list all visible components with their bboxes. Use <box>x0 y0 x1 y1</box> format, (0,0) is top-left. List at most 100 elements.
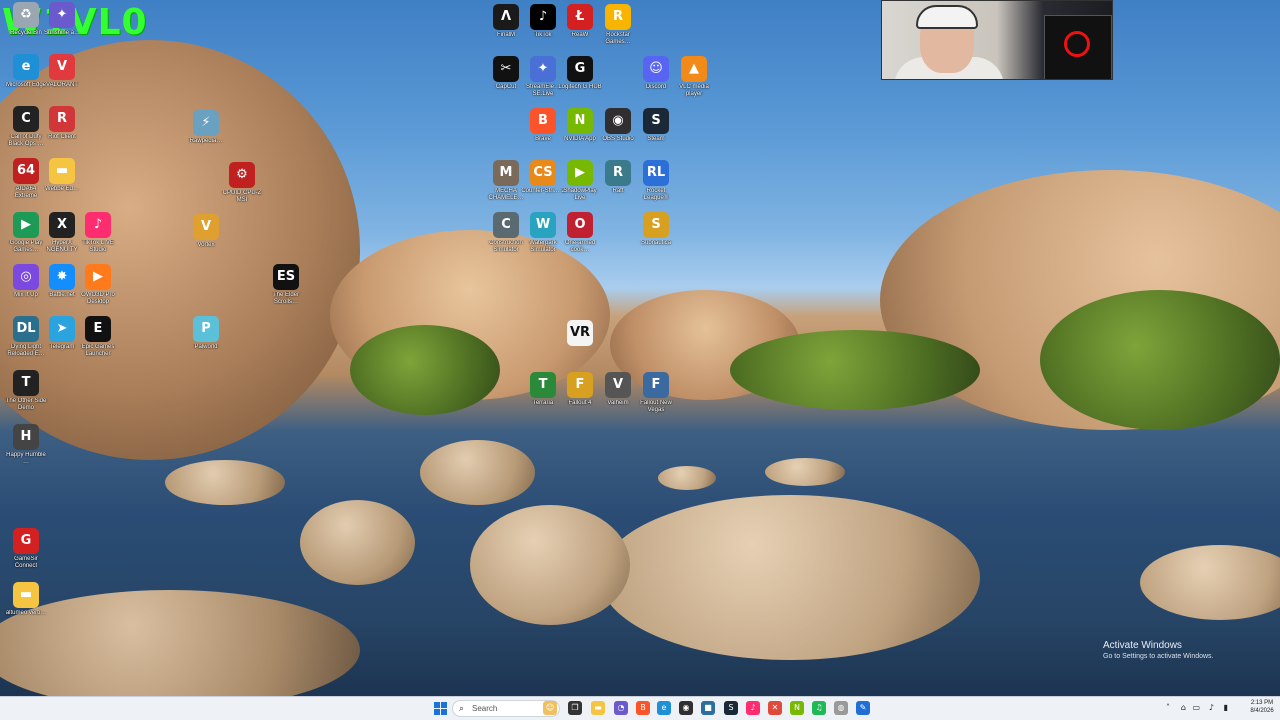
shadowplay-icon: ▶ <box>567 160 593 186</box>
fallout4-icon: F <box>567 372 593 398</box>
desktop-shortcut-label: Fallout New Vegas <box>640 400 672 413</box>
desktop-shortcut[interactable]: H Happy Humble … <box>4 424 48 466</box>
desktop-shortcut[interactable]: O One-armed cook… <box>558 212 602 254</box>
desktop-shortcut-label: Steam <box>647 136 665 142</box>
desktop-shortcut[interactable]: V VALORANT <box>40 54 84 96</box>
desktop-shortcut[interactable]: E Epic Games Launcher <box>76 316 120 358</box>
desktop-shortcut-label: Rocket League® <box>643 188 669 201</box>
taskbar-nvidia-icon[interactable]: N <box>790 701 804 715</box>
network-icon[interactable]: ⌂ <box>1181 703 1186 712</box>
riot-client-icon: R <box>49 106 75 132</box>
desktop-shortcut[interactable]: R Rockstar Games… <box>596 4 640 46</box>
search-icon: ⌕ <box>459 703 465 713</box>
vlc-icon: ▲ <box>681 56 707 82</box>
chameleon-icon: M <box>493 160 519 186</box>
desktop-shortcut[interactable]: RL Rocket League® <box>634 160 678 202</box>
aida64-icon: 64 <box>13 158 39 184</box>
desktop-shortcut[interactable]: G GameSir Connect <box>4 528 48 570</box>
taskbar-spotify-icon[interactable]: ♫ <box>812 701 826 715</box>
taskbar-icon-8[interactable]: ■ <box>701 701 715 715</box>
desktop-shortcut[interactable]: VR <box>558 320 602 362</box>
valheim-icon: V <box>605 372 631 398</box>
rock-stone-4 <box>1140 545 1280 620</box>
taskbar-tiktok-icon[interactable]: ♪ <box>746 701 760 715</box>
desktop-shortcut-label: Rockstar Games… <box>605 32 631 45</box>
desktop-shortcut[interactable]: F Fallout New Vegas <box>634 372 678 414</box>
desktop-shortcut[interactable]: ⚙ CPUID CPU-Z MSI <box>220 162 264 204</box>
vr-icon: VR <box>567 320 593 346</box>
desktop-shortcut[interactable]: ES The Elder Scrolls… <box>264 264 308 306</box>
rock-stone-2 <box>420 440 535 505</box>
desktop-shortcut-label: Happy Humble … <box>6 452 46 465</box>
rock-stone-3 <box>165 460 285 505</box>
streamelements-icon: ✦ <box>530 56 556 82</box>
rock-stone-6 <box>658 466 716 490</box>
rockstar-icon: R <box>605 4 631 30</box>
google-play-icon: ▶ <box>13 212 39 238</box>
desktop-shortcut[interactable]: ⚡ Rawpedia… <box>184 110 228 152</box>
subnautica-icon: S <box>643 212 669 238</box>
chevron-up-icon[interactable]: ˄ <box>1166 703 1170 712</box>
brave-icon: B <box>530 108 556 134</box>
desktop-shortcut[interactable]: R Riot Client <box>40 106 84 148</box>
gamesir-icon: G <box>13 528 39 554</box>
folder-webbe-icon: ▬ <box>49 158 75 184</box>
desktop-shortcut-label <box>558 348 602 362</box>
taskbar-icon-15[interactable]: ✎ <box>856 701 870 715</box>
desktop-shortcut[interactable]: ▬ Webbe Ed… <box>40 158 84 200</box>
desktop-shortcut[interactable]: S Steam <box>634 108 678 150</box>
desktop-shortcut-label: Epic Games Launcher <box>81 344 115 357</box>
activate-windows-subtitle: Go to Settings to activate Windows. <box>1103 653 1214 660</box>
desktop-shortcut[interactable]: P Palworld <box>184 316 228 358</box>
desktop-shortcut-label: VLC media player <box>679 84 709 97</box>
icon-2: ✦ <box>49 2 75 28</box>
taskbar-icon-14[interactable]: ◍ <box>834 701 848 715</box>
taskbar-icon-4[interactable]: ◔ <box>614 701 628 715</box>
search-placeholder: Search <box>472 704 498 713</box>
owo3d-icon: ▶ <box>85 264 111 290</box>
taskbar: ⌕ Search ☺ ❐ ▬ ◔ Be ◉ ■ S ♪ ✕ N ♫ ◍ ✎ ˄ ⌂ ▭ ♪ ▮ 2:13 … <box>0 696 1280 720</box>
display-icon[interactable]: ▭ <box>1192 703 1200 712</box>
valorant-icon: V <box>49 54 75 80</box>
desktop-shortcut-label: The Elder Scrolls… <box>272 292 299 305</box>
taskbar-clock[interactable]: 2:13 PM 8/4/2026 <box>1245 699 1279 715</box>
desktop-shortcut[interactable]: ♪ TikTok LIVE Studio <box>76 212 120 254</box>
desktop-shortcut[interactable]: G Logitech G HUB <box>558 56 602 98</box>
taskbar-brave-icon[interactable]: B <box>636 701 650 715</box>
taskbar-obs-icon[interactable]: ◉ <box>679 701 693 715</box>
desktop-shortcut-label: TikTok LIVE Studio <box>82 240 114 253</box>
desktop-shortcut[interactable]: ▬ altumeo verti… <box>4 582 48 624</box>
desktop-shortcut[interactable]: S Subnautica <box>634 212 678 254</box>
rock-stone-5 <box>765 458 845 486</box>
taskbar-emoji-icon[interactable]: ☺ <box>543 701 557 715</box>
battery-icon[interactable]: ▮ <box>1224 703 1228 712</box>
desktop-shortcut[interactable]: V Vortex <box>184 214 228 256</box>
taskbar-explorer-icon[interactable]: ▬ <box>591 701 605 715</box>
tiktok-live-icon: ♪ <box>85 212 111 238</box>
desktop-shortcut-label: GameSir Connect <box>14 556 38 569</box>
start-button[interactable] <box>434 702 447 715</box>
rock-foreground-large <box>600 495 980 660</box>
taskbar-steam-icon[interactable]: S <box>724 701 738 715</box>
edge-icon: e <box>13 54 39 80</box>
fallout-nv-icon: F <box>643 372 669 398</box>
desktop-shortcut-label: The Other Side Demo <box>5 398 47 411</box>
tiktok-icon: ♪ <box>530 4 556 30</box>
speaker-icon[interactable]: ♪ <box>1209 703 1214 712</box>
taskbar-edge-icon[interactable]: e <box>657 701 671 715</box>
one-armed-icon: O <box>567 212 593 238</box>
desktop-shortcut-label: Logitech G HUB <box>558 84 602 90</box>
desktop-shortcut[interactable]: ✦ Sunshine a… <box>40 2 84 44</box>
desktop-shortcut[interactable]: T The Other Side Demo <box>4 370 48 412</box>
nvidia-app-icon: N <box>567 108 593 134</box>
taskbar-icon-11[interactable]: ✕ <box>768 701 782 715</box>
reaw-icon: Ł <box>567 4 593 30</box>
desktop-shortcut[interactable]: ▶ OWO3D Pro Desktop <box>76 264 120 306</box>
raft-icon: R <box>605 160 631 186</box>
desktop-shortcut[interactable]: ▲ VLC media player <box>672 56 716 98</box>
desktop[interactable]: W1VL0 ♻Recycle Bin✦Sunshine a…eMicrosoft… <box>0 0 1280 720</box>
activate-windows-title: Activate Windows <box>1103 640 1182 651</box>
taskbar-taskview-icon[interactable]: ❐ <box>568 701 582 715</box>
dying-light-icon: DL <box>13 316 39 342</box>
webcam-pc-fan <box>1064 31 1090 57</box>
